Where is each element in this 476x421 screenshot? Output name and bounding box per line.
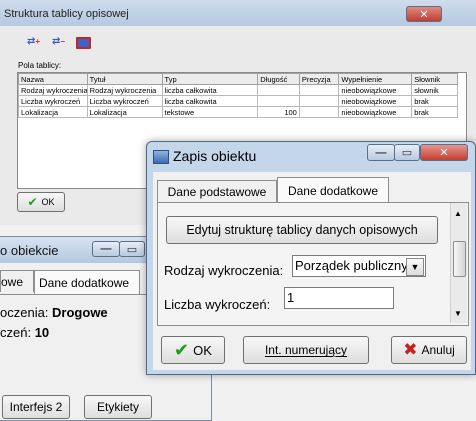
remove-field-icon[interactable]: ⇄− bbox=[52, 36, 65, 47]
structure-title: Struktura tablicy opisowej bbox=[4, 8, 129, 20]
info-line2: czeń: 10 bbox=[0, 325, 50, 340]
scroll-down-icon[interactable]: ▼ bbox=[454, 309, 462, 318]
close-icon: ✕ bbox=[439, 147, 449, 159]
column-header[interactable]: Wypełnienie bbox=[338, 73, 413, 85]
table-cell: nieobowiązkowe bbox=[338, 106, 413, 118]
table-cell: Rodzaj wykroczenia bbox=[18, 84, 88, 96]
table-cell: brak bbox=[411, 95, 458, 107]
info-title: o obiekcie bbox=[0, 243, 59, 258]
scrollbar-thumb[interactable] bbox=[453, 241, 466, 277]
table-row[interactable]: Liczba wykroczeń Liczba wykroczeń liczba… bbox=[18, 95, 458, 107]
dropdown-arrow-icon[interactable]: ▼ bbox=[406, 258, 424, 276]
zapis-ok-button[interactable]: ✔ OK bbox=[161, 336, 225, 364]
column-header[interactable]: Precyzja bbox=[298, 73, 340, 85]
column-header[interactable]: Długość bbox=[257, 73, 300, 85]
table-cell bbox=[257, 95, 300, 107]
table-cell: brak bbox=[411, 106, 458, 118]
column-header[interactable]: Nazwa bbox=[18, 73, 88, 85]
zapis-close-button[interactable]: ✕ bbox=[420, 144, 468, 161]
panel-scrollbar[interactable]: ▲ ▼ bbox=[450, 203, 467, 323]
table-row[interactable]: Lokalizacja Lokalizacja tekstowe 100 nie… bbox=[18, 106, 458, 118]
info-tab-podstawowe[interactable]: owe bbox=[0, 270, 34, 292]
zapis-client: Dane podstawowe Dane dodatkowe Edytuj st… bbox=[153, 172, 471, 370]
column-header[interactable]: Typ bbox=[161, 73, 259, 85]
app-icon bbox=[153, 150, 169, 164]
table-cell: Lokalizacja bbox=[18, 106, 88, 118]
minimize-icon: — bbox=[100, 243, 112, 255]
structure-close-button[interactable]: ✕ bbox=[406, 6, 442, 22]
table-cell: Liczba wykroczeń bbox=[18, 95, 88, 107]
cancel-x-icon: ✖ bbox=[403, 340, 418, 359]
structure-ok-button[interactable]: ✔ OK bbox=[17, 192, 65, 212]
properties-icon[interactable] bbox=[76, 37, 91, 49]
etykiety-button[interactable]: Etykiety bbox=[84, 395, 152, 419]
column-header[interactable]: Słownik bbox=[411, 73, 458, 85]
maximize-icon: ▭ bbox=[401, 147, 413, 159]
zapis-tab-panel: Edytuj strukturę tablicy danych opisowyc… bbox=[157, 202, 469, 326]
zapis-tab-podstawowe[interactable]: Dane podstawowe bbox=[157, 180, 277, 202]
table-cell bbox=[298, 84, 340, 96]
table-cell bbox=[298, 95, 340, 107]
table-cell: nieobowiązkowe bbox=[338, 84, 413, 96]
table-cell bbox=[257, 84, 300, 96]
table-cell: nieobowiązkowe bbox=[338, 95, 413, 107]
table-cell: słownik bbox=[411, 84, 458, 96]
close-icon: ✕ bbox=[419, 8, 429, 21]
add-field-icon[interactable]: ⇄+ bbox=[27, 36, 40, 47]
table-cell: Rodzaj wykroczenia bbox=[86, 84, 163, 96]
zapis-window: Zapis obiektu — ▭ ✕ Dane podstawowe Dane… bbox=[146, 141, 476, 375]
table-cell: liczba całkowita bbox=[161, 84, 259, 96]
check-icon: ✔ bbox=[27, 195, 38, 209]
zapis-titlebar: Zapis obiektu — ▭ ✕ bbox=[147, 142, 476, 172]
table-cell: liczba całkowita bbox=[161, 95, 259, 107]
zapis-title: Zapis obiektu bbox=[173, 148, 257, 164]
zapis-maximize-button[interactable]: ▭ bbox=[394, 144, 420, 161]
liczba-input[interactable]: 1 bbox=[284, 287, 394, 309]
liczba-label: Liczba wykroczeń: bbox=[164, 297, 271, 312]
fields-table: Nazwa Tytuł Typ Długość Precyzja Wypełni… bbox=[18, 73, 458, 118]
edit-structure-button[interactable]: Edytuj strukturę tablicy danych opisowyc… bbox=[166, 216, 438, 244]
table-cell: tekstowe bbox=[161, 106, 259, 118]
scroll-up-icon[interactable]: ▲ bbox=[454, 209, 462, 218]
table-cell: Liczba wykroczeń bbox=[86, 95, 163, 107]
zapis-tab-dodatkowe[interactable]: Dane dodatkowe bbox=[277, 177, 389, 203]
info-tab-dodatkowe[interactable]: Dane dodatkowe bbox=[34, 270, 140, 294]
anuluj-button[interactable]: ✖ Anuluj bbox=[391, 336, 467, 364]
info-minimize-button[interactable]: — bbox=[92, 241, 120, 257]
interfejs-button[interactable]: Interfejs 2 bbox=[2, 395, 70, 419]
structure-toolbar: ⇄+ ⇄− bbox=[0, 26, 476, 56]
zapis-minimize-button[interactable]: — bbox=[367, 144, 395, 161]
table-row[interactable]: Rodzaj wykroczenia Rodzaj wykroczenia li… bbox=[18, 84, 458, 96]
column-header[interactable]: Tytuł bbox=[86, 73, 163, 85]
fields-label: Pola tablicy: bbox=[18, 61, 62, 70]
maximize-icon: ▭ bbox=[126, 243, 138, 256]
table-header-row: Nazwa Tytuł Typ Długość Precyzja Wypełni… bbox=[18, 73, 458, 85]
info-line1: oczenia: Drogowe bbox=[0, 305, 108, 320]
structure-titlebar: Struktura tablicy opisowej ✕ bbox=[0, 0, 476, 26]
minimize-icon: — bbox=[375, 146, 387, 159]
int-numerujacy-button[interactable]: Int. numerujący bbox=[243, 336, 369, 364]
rodzaj-select[interactable]: Porządek publiczny - : ▼ bbox=[292, 255, 426, 277]
info-maximize-button[interactable]: ▭ bbox=[119, 241, 145, 257]
table-cell: Lokalizacja bbox=[86, 106, 163, 118]
rodzaj-label: Rodzaj wykroczenia: bbox=[164, 263, 284, 278]
check-icon: ✔ bbox=[174, 339, 190, 360]
table-cell: 100 bbox=[257, 106, 300, 118]
table-cell bbox=[298, 106, 340, 118]
